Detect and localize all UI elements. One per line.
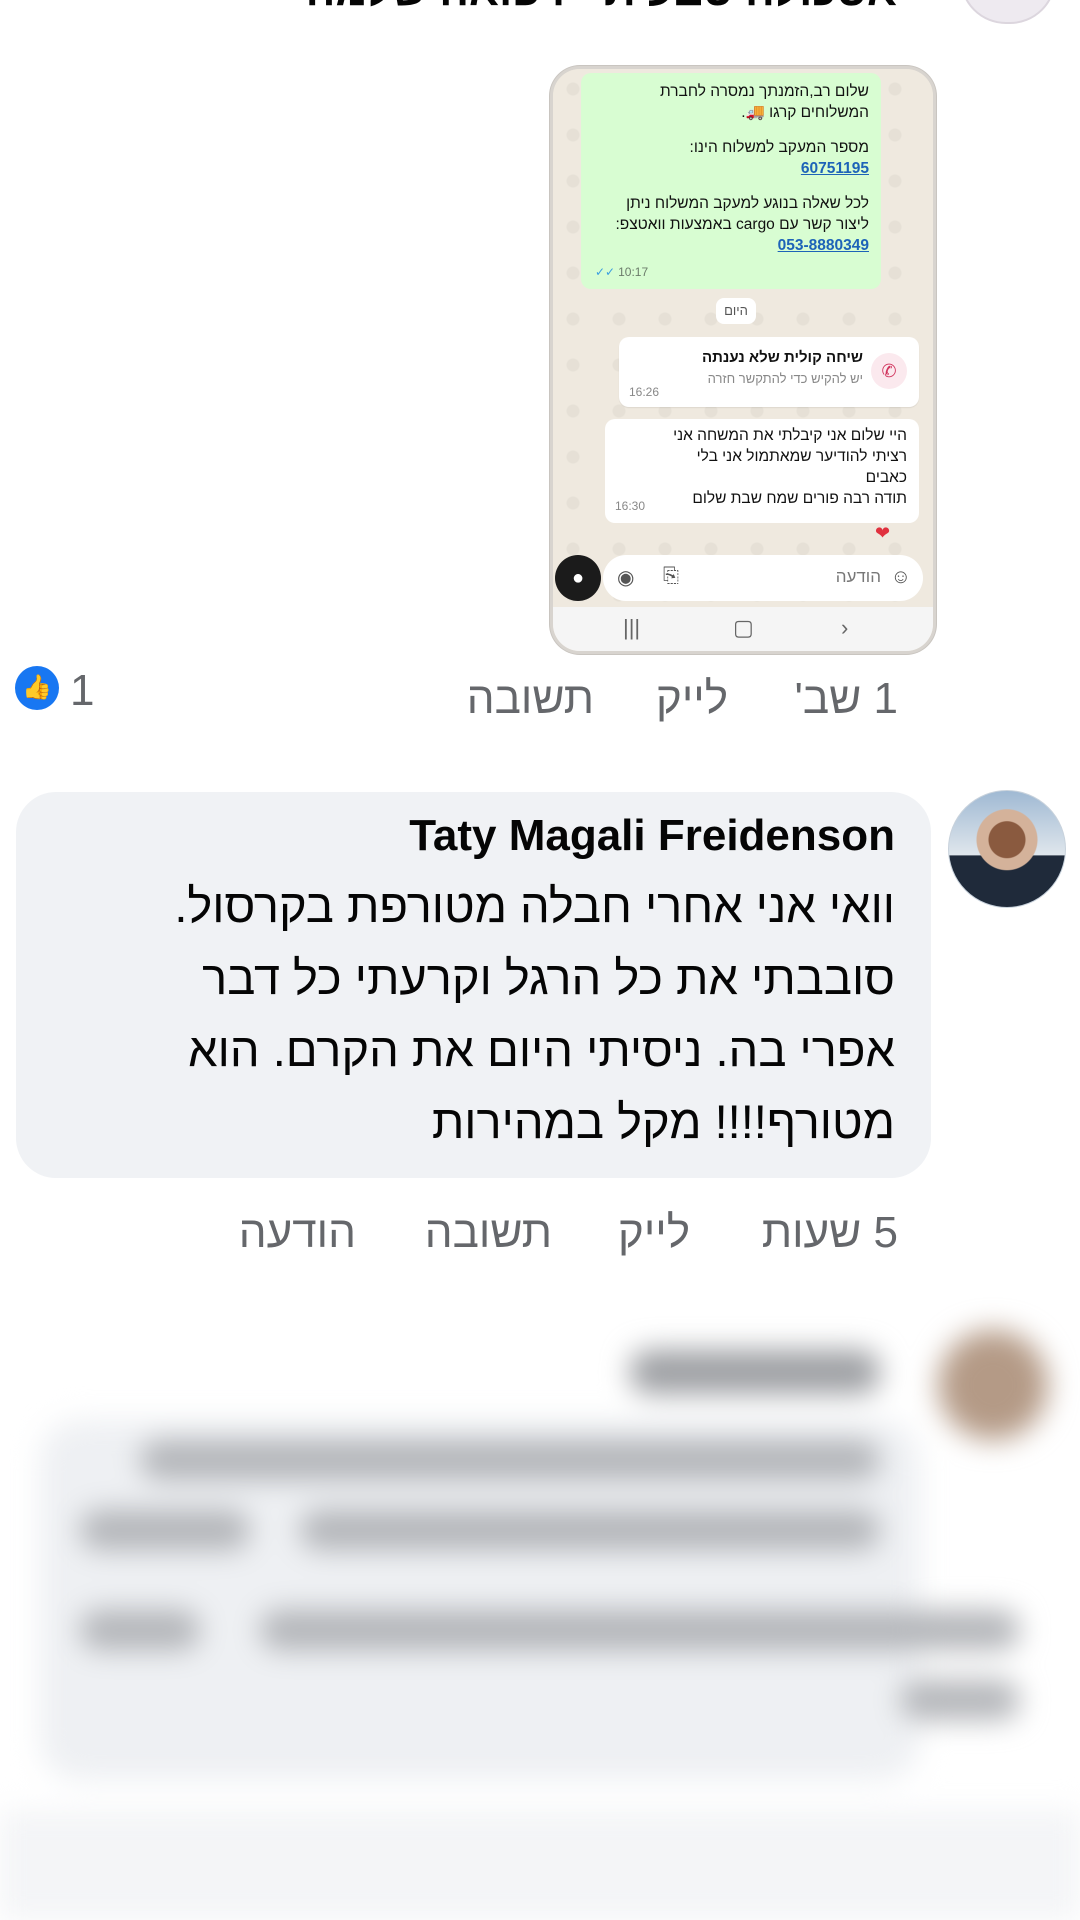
avatar[interactable] <box>948 790 1066 908</box>
tracking-number-link: 60751195 <box>800 160 869 177</box>
attach-icon: ⎘ <box>663 565 679 587</box>
prev-comment-like-button[interactable]: לייק <box>656 674 728 724</box>
message-time: 16:26 <box>629 385 660 399</box>
comment-reply-button[interactable]: תשובה <box>425 1208 552 1258</box>
attached-screenshot[interactable]: שלום רב,הזמנתך נמסרה לחברת המשלוחים קרגו… <box>550 66 936 654</box>
comment-like-button[interactable]: לייק <box>618 1208 690 1258</box>
reaction-count[interactable]: 1 <box>70 666 94 716</box>
whatsapp-green-message: שלום רב,הזמנתך נמסרה לחברת המשלוחים קרגו… <box>581 73 881 289</box>
message-input-bar: ☺ הודעה ⎘ ◉ <box>603 555 923 601</box>
blurred-line <box>80 1510 250 1550</box>
prev-comment-time[interactable]: 1 שב' <box>794 674 898 724</box>
blurred-line <box>300 1510 880 1550</box>
comment-text-line: סובבתי את כל הרגל וקרעתי כל דבר <box>202 951 895 1004</box>
mic-icon: ● <box>555 555 601 601</box>
android-nav-bar: ||| ▢ › <box>553 607 933 651</box>
comment-text-line: אפרי בה. ניסיתי היום את הקרם. הוא <box>188 1023 895 1076</box>
message-line: רציתי להודיער שמאתמול אני בלי <box>696 448 907 465</box>
comment-bubble: Taty Magali Freidenson וואי אני אחרי חבל… <box>16 792 931 1178</box>
comment-text-line: וואי אני אחרי חבלה מטורפת בקרסול. <box>174 879 895 932</box>
message-input-placeholder: הודעה <box>835 567 881 586</box>
blurred-author <box>630 1350 880 1394</box>
message-line: כאבים <box>865 469 907 486</box>
blurred-line <box>260 1610 1020 1650</box>
missed-call-subtitle: יש להקיש כדי להתקשר חזרה <box>707 371 863 386</box>
contact-phone-link: 053-8880349 <box>777 237 869 254</box>
blurred-comment <box>0 1290 1080 1920</box>
message-line: היי שלום אני קיבלתי את המשחה אני <box>673 427 907 444</box>
heart-reaction-icon: ❤ <box>875 523 891 543</box>
comment-text: וואי אני אחרי חבלה מטורפת בקרסול. סובבתי… <box>56 870 895 1158</box>
missed-call-title: שיחה קולית שלא נענתה <box>701 349 863 366</box>
whatsapp-white-message: היי שלום אני קיבלתי את המשחה אני רציתי ל… <box>605 419 919 523</box>
blurred-footer <box>0 1810 1080 1920</box>
comment-message-button[interactable]: הודעה <box>239 1208 356 1258</box>
blurred-line <box>900 1680 1020 1720</box>
comment-time[interactable]: 5 שעות <box>762 1208 898 1258</box>
read-ticks-icon: ✓✓ <box>595 265 616 279</box>
blurred-line <box>80 1610 200 1650</box>
message-line: תודה רבה פורים שמח שבת שלום <box>692 490 907 507</box>
comment-text-line: מטורף!!!! מקל במהירות <box>431 1095 895 1148</box>
message-line: שלום רב,הזמנתך נמסרה לחברת <box>660 83 869 100</box>
comment-author[interactable]: Taty Magali Freidenson <box>56 806 895 866</box>
missed-call-message: ✆ שיחה קולית שלא נענתה יש להקיש כדי להתק… <box>619 337 919 407</box>
camera-icon: ◉ <box>617 567 635 589</box>
blurred-line <box>140 1440 880 1480</box>
prev-comment-author[interactable]: אסכולה טבעית - רפואה שלמה <box>306 0 897 16</box>
prev-comment-avatar[interactable] <box>960 0 1056 24</box>
recent-apps-icon: ||| <box>623 615 641 640</box>
blurred-avatar <box>938 1330 1048 1440</box>
missed-call-icon: ✆ <box>871 353 907 389</box>
tracking-label: מספר המעקב למשלוח הינו: <box>689 139 869 156</box>
message-time: 16:30 <box>615 499 646 513</box>
day-separator: היום <box>716 298 756 324</box>
prev-comment-reply-button[interactable]: תשובה <box>467 674 594 724</box>
emoji-icon: ☺ <box>890 566 911 588</box>
message-line: המשלוחים קרגו 🚚. <box>741 104 869 121</box>
back-icon: › <box>841 615 849 640</box>
message-line: ליצור קשר עם cargo באמצעות וואטצפ: <box>615 216 869 233</box>
message-time: ✓✓ 10:17 <box>595 265 649 279</box>
thumbs-up-icon[interactable]: 👍 <box>15 666 59 710</box>
home-icon: ▢ <box>733 615 754 640</box>
message-line: לכל שאלה בנוגע למעקב המשלוח ניתן <box>626 195 869 212</box>
